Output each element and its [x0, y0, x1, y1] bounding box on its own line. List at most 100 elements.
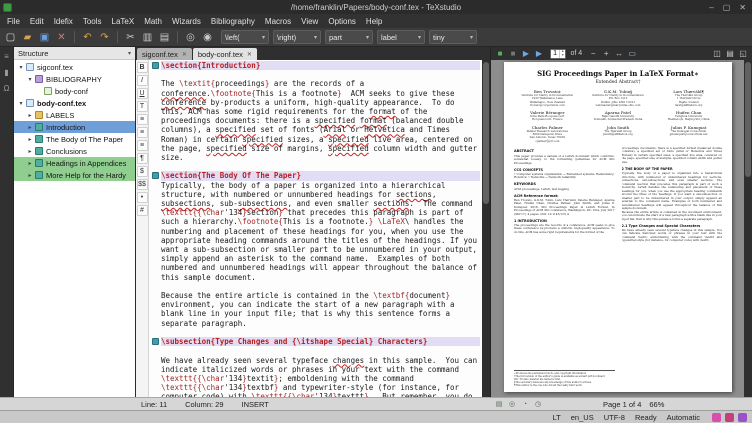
- expander-icon[interactable]: ▾: [17, 100, 25, 107]
- close-file-icon[interactable]: ✕: [54, 30, 69, 45]
- expander-icon[interactable]: ▸: [26, 172, 34, 179]
- symbols-tab-icon[interactable]: Ω: [1, 82, 13, 94]
- structure-item-sigconf-tex[interactable]: ▾sigconf.tex: [14, 61, 135, 73]
- menu-wizards[interactable]: Wizards: [167, 14, 206, 28]
- maximize-button[interactable]: ▢: [723, 3, 731, 12]
- menu-idefix[interactable]: Idefix: [49, 14, 78, 28]
- save-icon[interactable]: ▣: [37, 30, 52, 45]
- flag-red-icon[interactable]: [725, 413, 734, 422]
- undo-icon[interactable]: ↶: [80, 30, 95, 45]
- new-file-icon[interactable]: ▢: [3, 30, 18, 45]
- pdf-zoom-indicator[interactable]: 66%: [649, 400, 664, 409]
- menu-file[interactable]: File: [2, 14, 25, 28]
- section-mark-icon[interactable]: [152, 172, 159, 179]
- expander-icon[interactable]: ▾: [17, 64, 25, 71]
- menu-tools[interactable]: Tools: [78, 14, 107, 28]
- compile-icon[interactable]: ■: [494, 48, 506, 60]
- bold-icon[interactable]: B: [137, 62, 148, 73]
- toolbar-combo-right-delimiter[interactable]: \right)▾: [273, 30, 321, 44]
- bullet-list-icon[interactable]: •: [137, 192, 148, 203]
- search-icon[interactable]: ◎: [507, 399, 517, 409]
- status-utf-8[interactable]: UTF-8: [604, 413, 625, 422]
- code-scroll-area[interactable]: \section{Introduction} The \textit{proce…: [149, 60, 482, 397]
- align-center-icon[interactable]: ≡: [137, 127, 148, 138]
- bookmarks-tab-icon[interactable]: ▮: [1, 66, 13, 78]
- annotations-icon[interactable]: ◔: [520, 399, 530, 409]
- structure-item-headings-in-appendices[interactable]: ▸Headings in Appendices: [14, 157, 135, 169]
- display-math-icon[interactable]: $$: [137, 179, 148, 190]
- menu-help[interactable]: Help: [361, 14, 387, 28]
- toolbar-combo-font-size[interactable]: tiny▾: [429, 30, 477, 44]
- redo-icon[interactable]: ↷: [97, 30, 112, 45]
- align-left-icon[interactable]: ≡: [137, 114, 148, 125]
- menu-edit[interactable]: Edit: [25, 14, 49, 28]
- structure-item-body-conf-tex[interactable]: ▾body-conf.tex: [14, 97, 135, 109]
- two-pages-icon[interactable]: ◫: [711, 48, 723, 60]
- close-button[interactable]: ✕: [739, 3, 746, 12]
- expander-icon[interactable]: ▸: [26, 136, 34, 143]
- numbered-list-icon[interactable]: #: [137, 205, 148, 216]
- structure-item-bibliography[interactable]: ▾BIBLIOGRAPHY: [14, 73, 135, 85]
- chevron-down-icon[interactable]: ▾: [128, 50, 131, 57]
- toolbar-combo-references[interactable]: label▾: [377, 30, 425, 44]
- clock-icon[interactable]: ◷: [533, 399, 543, 409]
- copy-icon[interactable]: ▥: [140, 30, 155, 45]
- structure-item-more-help-for-the-hardy[interactable]: ▸More Help for the Hardy: [14, 169, 135, 181]
- new-paragraph-icon[interactable]: ¶: [137, 153, 148, 164]
- spinbox-arrows-icon[interactable]: ▲▼: [559, 50, 565, 58]
- inline-math-icon[interactable]: $: [137, 166, 148, 177]
- toolbar-combo-sectioning[interactable]: part▾: [325, 30, 373, 44]
- editor-scrollbar[interactable]: [482, 60, 490, 397]
- typewriter-icon[interactable]: T: [137, 101, 148, 112]
- toolbar-combo-left-delimiter[interactable]: \left(▾: [221, 30, 269, 44]
- flag-purple-icon[interactable]: [738, 413, 747, 422]
- status-lt[interactable]: LT: [553, 413, 561, 422]
- align-right-icon[interactable]: ≡: [137, 140, 148, 151]
- book-icon[interactable]: ▤: [724, 48, 736, 60]
- editor-scrollbar-thumb[interactable]: [483, 62, 489, 204]
- find-icon[interactable]: ◎: [183, 30, 198, 45]
- cut-icon[interactable]: ✂: [123, 30, 138, 45]
- flag-magenta-icon[interactable]: [712, 413, 721, 422]
- pdf-scrollbar[interactable]: [744, 60, 752, 397]
- code-editor[interactable]: \section{Introduction} The \textit{proce…: [149, 60, 482, 397]
- tab-body-conf-tex[interactable]: body-conf.tex✕: [193, 48, 257, 60]
- menu-bibliography[interactable]: Bibliography: [206, 14, 260, 28]
- messages-icon[interactable]: ▤: [494, 399, 504, 409]
- back-icon[interactable]: ▶: [520, 48, 532, 60]
- zoom-out-icon[interactable]: −: [587, 48, 599, 60]
- close-tab-icon[interactable]: ✕: [247, 51, 252, 58]
- pdf-scrollbar-thumb[interactable]: [745, 62, 751, 177]
- menu-options[interactable]: Options: [323, 14, 361, 28]
- tab-sigconf-tex[interactable]: sigconf.tex✕: [137, 48, 192, 60]
- expander-icon[interactable]: ▸: [26, 160, 34, 167]
- replace-icon[interactable]: ◉: [200, 30, 215, 45]
- section-mark-icon[interactable]: [152, 62, 159, 69]
- paste-icon[interactable]: ▤: [157, 30, 172, 45]
- menu-macros[interactable]: Macros: [260, 14, 296, 28]
- structure-item-labels[interactable]: ▸LABELS: [14, 109, 135, 121]
- expander-icon[interactable]: ▸: [26, 112, 34, 119]
- structure-item-introduction[interactable]: ▸Introduction: [14, 121, 135, 133]
- stop-icon[interactable]: ■: [507, 48, 519, 60]
- title-bar[interactable]: /home/franklin/Papers/body-conf.tex - Te…: [0, 0, 752, 14]
- fit-window-icon[interactable]: ▭: [626, 48, 638, 60]
- forward-icon[interactable]: ▶: [533, 48, 545, 60]
- status-en-us[interactable]: en_US: [571, 413, 594, 422]
- underline-icon[interactable]: U: [137, 88, 148, 99]
- close-tab-icon[interactable]: ✕: [182, 51, 187, 58]
- pdf-view[interactable]: SIG Proceedings Paper in LaTeX Format∗ E…: [491, 60, 744, 397]
- open-file-icon[interactable]: ▰: [20, 30, 35, 45]
- minimize-button[interactable]: –: [709, 3, 713, 12]
- detach-icon[interactable]: ◱: [737, 48, 749, 60]
- fit-width-icon[interactable]: ↔: [613, 48, 625, 60]
- section-mark-icon[interactable]: [152, 338, 159, 345]
- menu-latex[interactable]: LaTeX: [107, 14, 140, 28]
- italic-icon[interactable]: I: [137, 75, 148, 86]
- expander-icon[interactable]: ▾: [26, 76, 34, 83]
- zoom-in-icon[interactable]: +: [600, 48, 612, 60]
- status-ready[interactable]: Ready: [635, 413, 657, 422]
- structure-tab-icon[interactable]: ≡: [1, 50, 13, 62]
- status-automatic[interactable]: Automatic: [667, 413, 700, 422]
- structure-item-the-body-of-the-paper[interactable]: ▸The Body of The Paper: [14, 133, 135, 145]
